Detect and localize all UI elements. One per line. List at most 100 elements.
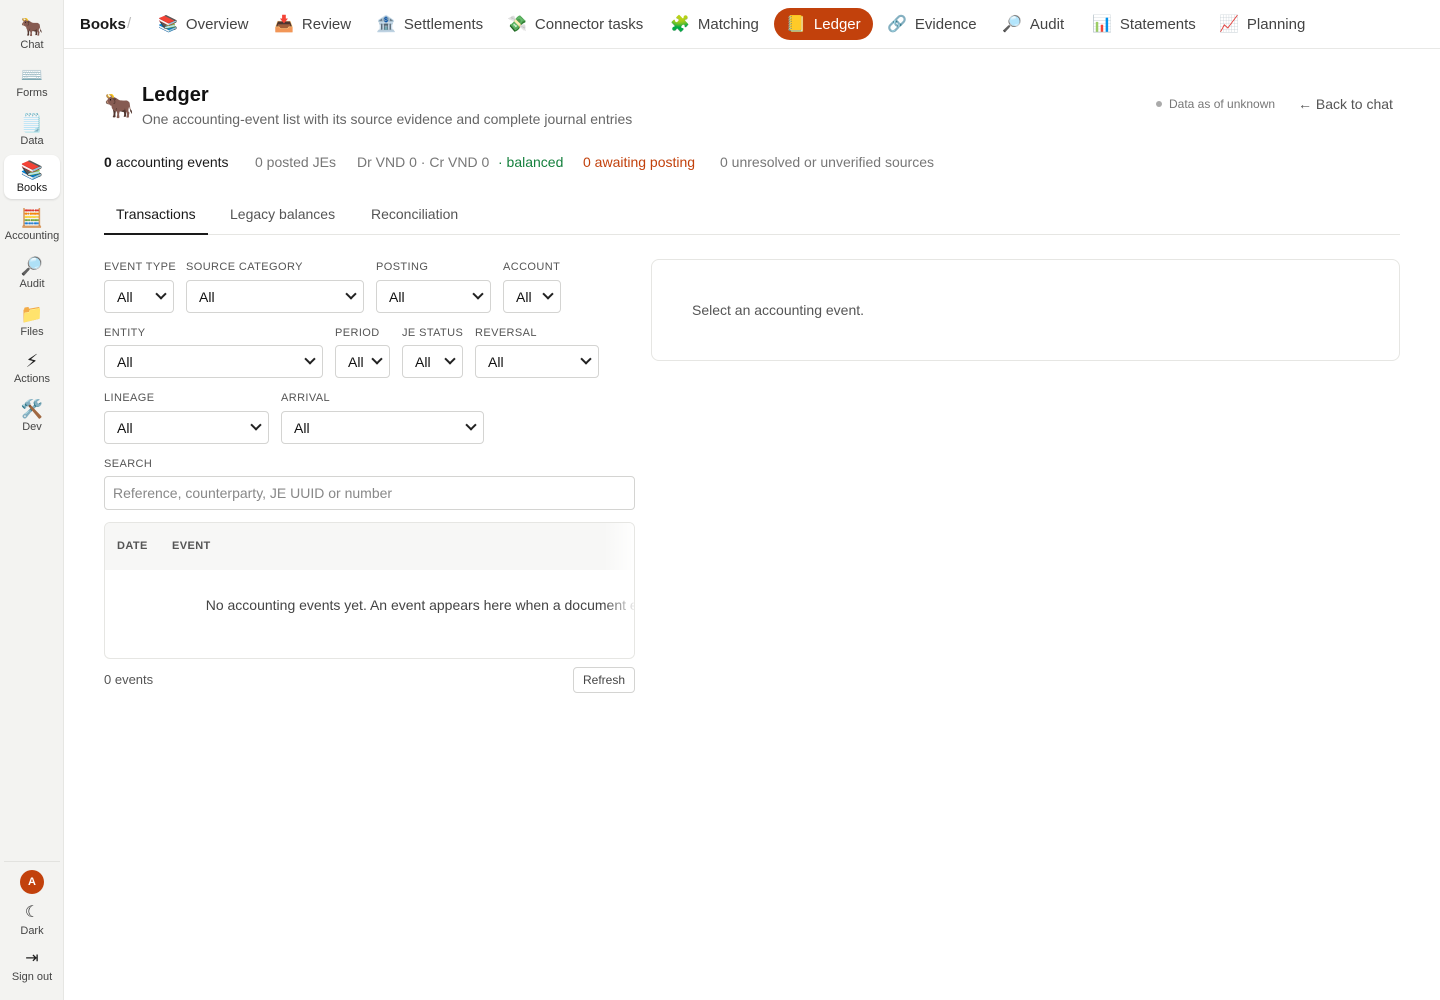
chevron-down-icon: [371, 353, 383, 365]
ledger-subtabs: Transactions Legacy balances Reconciliat…: [104, 198, 1400, 235]
je-status-select[interactable]: All: [402, 345, 463, 378]
trend-chart-icon: 📈: [1219, 16, 1239, 33]
magnifier-icon: 🔎: [20, 256, 44, 276]
event-detail-panel: Select an accounting event.: [651, 259, 1400, 361]
breadcrumb[interactable]: Books: [80, 16, 126, 33]
dark-mode-label: Dark: [20, 925, 44, 937]
source-category-value: All: [199, 288, 215, 305]
rail-item-forms[interactable]: ⌨️ Forms: [4, 60, 60, 104]
tab-label: Audit: [1029, 15, 1065, 33]
tab-evidence[interactable]: 🔗 Evidence: [875, 8, 989, 40]
chevron-down-icon: [580, 353, 592, 365]
period-label: PERIOD: [335, 327, 380, 339]
bank-icon: 🏦: [376, 16, 396, 33]
events-count: 0: [104, 154, 112, 170]
reversal-select[interactable]: All: [475, 345, 599, 378]
bull-icon: 🐂: [20, 17, 44, 37]
lineage-label: LINEAGE: [104, 392, 155, 404]
rail-item-label: Books: [16, 182, 48, 194]
subtab-transactions[interactable]: Transactions: [104, 198, 208, 235]
avatar[interactable]: A: [20, 870, 44, 894]
rail-item-audit[interactable]: 🔎 Audit: [4, 251, 60, 295]
source-category-select[interactable]: All: [186, 280, 364, 313]
je-status-value: All: [415, 353, 431, 370]
tab-overview[interactable]: 📚 Overview: [146, 8, 260, 40]
event-type-select[interactable]: All: [104, 280, 174, 313]
tab-audit[interactable]: 🔎 Audit: [990, 8, 1076, 40]
ledger-icon: 📒: [786, 16, 806, 33]
entity-value: All: [117, 353, 133, 370]
awaiting-posting: 0 awaiting posting: [583, 154, 696, 170]
account-select[interactable]: All: [503, 280, 561, 313]
subtab-reconciliation[interactable]: Reconciliation: [359, 198, 470, 234]
dark-mode-toggle[interactable]: ☾ Dark: [4, 898, 60, 942]
rail-item-files[interactable]: 📁 Files: [4, 299, 60, 343]
abacus-icon: 🧮: [20, 208, 44, 228]
breadcrumb-separator: /: [127, 15, 132, 32]
moon-icon: ☾: [24, 904, 40, 921]
account-value: All: [516, 288, 532, 305]
chevron-down-icon: [542, 288, 554, 300]
books-icon: 📚: [20, 160, 44, 180]
rail-item-books[interactable]: 📚 Books: [4, 155, 60, 199]
page-title: Ledger: [142, 84, 209, 106]
rail-item-label: Chat: [20, 39, 44, 51]
refresh-button[interactable]: Refresh: [573, 667, 635, 693]
tab-label: Ledger: [813, 15, 861, 33]
period-select[interactable]: All: [335, 345, 390, 378]
tools-icon: 🛠️: [20, 399, 44, 419]
chevron-down-icon: [444, 353, 456, 365]
arrival-select[interactable]: All: [281, 411, 484, 444]
tab-statements[interactable]: 📊 Statements: [1080, 8, 1208, 40]
rail-item-label: Audit: [19, 278, 45, 290]
lineage-select[interactable]: All: [104, 411, 269, 444]
events-summary: 0 accounting events: [104, 154, 229, 170]
tab-review[interactable]: 📥 Review: [262, 8, 363, 40]
rail-item-actions[interactable]: ⚡ Actions: [4, 346, 60, 390]
rail-item-dev[interactable]: 🛠️ Dev: [4, 394, 60, 438]
events-label: accounting events: [115, 154, 229, 170]
back-to-chat-link[interactable]: ← Back to chat: [1298, 96, 1393, 112]
search-label: SEARCH: [104, 458, 153, 470]
tab-planning[interactable]: 📈 Planning: [1207, 8, 1317, 40]
posting-label: POSTING: [376, 261, 429, 273]
detail-placeholder: Select an accounting event.: [692, 302, 865, 318]
rail-item-label: Files: [20, 326, 44, 338]
period-value: All: [348, 353, 364, 370]
column-header-event[interactable]: EVENT: [172, 540, 211, 552]
scroll-fade: [604, 523, 634, 658]
balanced-status: · balanced: [498, 154, 564, 170]
entity-label: ENTITY: [104, 327, 146, 339]
tab-matching[interactable]: 🧩 Matching: [658, 8, 771, 40]
events-table: DATE EVENT No accounting events yet. An …: [104, 522, 635, 659]
column-header-date[interactable]: DATE: [117, 540, 148, 552]
chevron-down-icon: [465, 419, 477, 431]
data-freshness-label: Data as of unknown: [1169, 97, 1276, 111]
folder-icon: 📁: [20, 304, 44, 324]
reversal-label: REVERSAL: [475, 327, 537, 339]
chevron-down-icon: [250, 419, 262, 431]
event-type-value: All: [117, 288, 133, 305]
chevron-down-icon: [472, 288, 484, 300]
rail-item-accounting[interactable]: 🧮 Accounting: [4, 203, 60, 247]
events-count-footer: 0 events: [104, 672, 154, 687]
sign-out-label: Sign out: [11, 971, 53, 983]
rail-item-data[interactable]: 🗒️ Data: [4, 108, 60, 152]
tab-settlements[interactable]: 🏦 Settlements: [364, 8, 495, 40]
top-nav: Books / 📚 Overview 📥 Review 🏦 Settlement…: [64, 0, 1440, 49]
entity-select[interactable]: All: [104, 345, 323, 378]
sign-out-button[interactable]: ⇥ Sign out: [4, 944, 60, 988]
posting-value: All: [389, 288, 405, 305]
tab-label: Review: [301, 15, 352, 33]
posted-jes: 0 posted JEs: [255, 154, 336, 170]
search-input[interactable]: [104, 476, 635, 510]
tab-label: Connector tasks: [534, 15, 644, 33]
posting-select[interactable]: All: [376, 280, 491, 313]
je-status-label: JE STATUS: [402, 327, 464, 339]
rail-item-chat[interactable]: 🐂 Chat: [4, 12, 60, 56]
tab-ledger[interactable]: 📒 Ledger: [774, 8, 873, 40]
subtab-legacy-balances[interactable]: Legacy balances: [218, 198, 347, 234]
rail-item-label: Dev: [22, 421, 42, 433]
tab-label: Planning: [1246, 15, 1306, 33]
tab-connector-tasks[interactable]: 💸 Connector tasks: [495, 8, 655, 40]
